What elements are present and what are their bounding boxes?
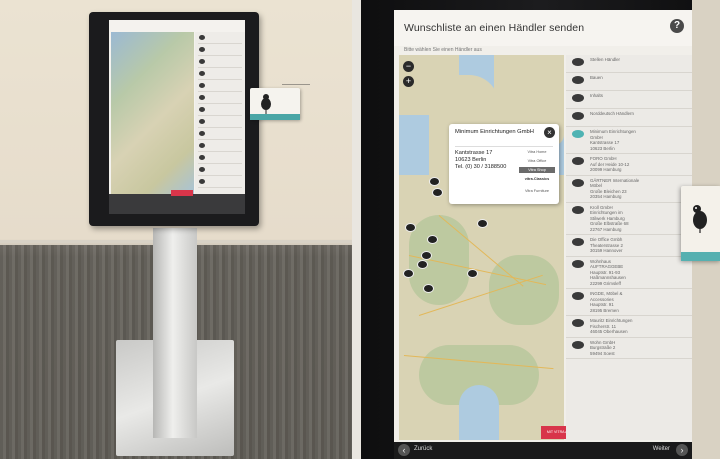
next-arrow-icon[interactable]: › — [676, 444, 688, 456]
dealer-icon — [572, 58, 584, 66]
kiosk-screen: Wunschliste an einen Händler senden ? Bi… — [394, 10, 692, 442]
popup-divider — [455, 146, 553, 147]
dealer-popup: Minimum Einrichtungen GmbH × Kantstrasse… — [449, 124, 559, 204]
sign-wire — [282, 84, 310, 85]
popup-brand: Vitra Shop — [519, 167, 555, 173]
map-pin[interactable] — [405, 223, 416, 232]
dealer-list-item[interactable]: Wohnhaus AUFTRAGGEBE Hauptstr. 91-93 Haß… — [566, 257, 692, 289]
dealer-list-item[interactable]: Norddeutsch Händlern — [566, 109, 692, 127]
popup-dealer-name: Minimum Einrichtungen GmbH — [455, 129, 534, 135]
dealer-list-item[interactable]: Bauen — [566, 73, 692, 91]
dealer-list-item-selected[interactable]: Minimum Einrichtungen GmbH Kantstrasse 1… — [566, 127, 692, 154]
zoom-in-button[interactable]: + — [403, 76, 414, 87]
page-subtitle: Bitte wählen Sie einen Händler aus — [404, 47, 482, 53]
back-arrow-icon[interactable]: ‹ — [398, 444, 410, 456]
popup-brand: Vitra Office — [527, 159, 547, 163]
map-pin[interactable] — [432, 188, 443, 197]
dealer-icon — [572, 130, 584, 138]
popup-brand: vitra.Classics — [524, 177, 550, 181]
next-button[interactable]: Weiter — [653, 446, 670, 452]
bird-logo-icon — [693, 205, 707, 233]
bird-sign — [250, 88, 300, 120]
dealer-list-item[interactable]: Inhalts — [566, 91, 692, 109]
back-button[interactable]: Zurück — [414, 446, 432, 452]
photo-divider — [352, 0, 361, 459]
screen-header: Wunschliste an einen Händler senden ? — [394, 10, 692, 46]
kiosk-screen-header — [111, 22, 243, 31]
photo-kiosk-overview — [0, 0, 352, 459]
dealer-icon — [572, 340, 584, 349]
map-pin[interactable] — [477, 219, 488, 228]
map-pin[interactable] — [467, 269, 478, 278]
dealer-icon — [572, 112, 584, 120]
dealer-icon — [572, 76, 584, 84]
screen-footer: ‹ Zurück Weiter › — [394, 442, 692, 459]
dealer-icon — [572, 292, 584, 300]
help-icon[interactable]: ? — [670, 19, 684, 33]
close-icon[interactable]: × — [544, 127, 555, 138]
popup-brand: Vitra Home — [527, 150, 547, 154]
map-pin[interactable] — [423, 284, 434, 293]
kiosk-red-button — [171, 190, 193, 196]
zoom-out-button[interactable]: − — [403, 61, 414, 72]
dealer-list-item[interactable]: FORO GmbH Auf der Heide 10-12 20099 Hamb… — [566, 154, 692, 176]
kiosk-screen-list — [195, 32, 245, 194]
dealer-list-item[interactable]: Die Office Gmbh Theaterstrasse 2 30159 H… — [566, 235, 692, 257]
bird-sign — [681, 186, 720, 261]
popup-address: Kantstrasse 17 10623 Berlin Tel. (0) 30 … — [455, 150, 507, 170]
dealer-icon — [572, 178, 584, 187]
photo-kiosk-closeup: Wunschliste an einen Händler senden ? Bi… — [361, 0, 720, 459]
page-title: Wunschliste an einen Händler senden — [404, 22, 585, 34]
dealer-icon — [572, 157, 584, 165]
map-pin[interactable] — [421, 251, 432, 260]
dealer-icon — [572, 259, 584, 268]
map-pin[interactable] — [417, 260, 428, 269]
map-pin[interactable] — [427, 235, 438, 244]
stand-post — [153, 228, 197, 438]
dealer-icon — [572, 238, 584, 246]
dealer-list-item[interactable]: INGDE, Möbel & Accessories Hauptstr. 91 … — [566, 289, 692, 316]
dealer-list-item[interactable]: Wohn GmbH Burgstraße 2 59494 Soest — [566, 338, 692, 359]
dealer-icon — [572, 319, 584, 327]
map-pin[interactable] — [403, 269, 414, 278]
dealer-list-item[interactable]: Stellen Händler — [566, 55, 692, 73]
dealer-icon — [572, 205, 584, 214]
map-pin[interactable] — [429, 177, 440, 186]
dealer-map[interactable]: − + Minimum Einrichtungen GmbH × Kantstr… — [399, 55, 564, 440]
dealer-list-item[interactable]: GÄRTNER Internationale Möbel Große Bleic… — [566, 176, 692, 203]
dealer-list-item[interactable]: Kroll GmbH Einrichtungen im Stilwerk Ham… — [566, 203, 692, 235]
dealer-list-item[interactable]: Mauritz Einrichtungen Fischerstr. 11 460… — [566, 316, 692, 338]
kiosk-screen-footer — [109, 194, 245, 214]
dealer-list: Stellen Händler Bauen Inhalts Norddeutsc… — [566, 55, 692, 440]
dealer-icon — [572, 94, 584, 102]
kiosk-screen-map — [111, 32, 194, 194]
popup-brand: Vitra Furniture — [525, 189, 549, 193]
